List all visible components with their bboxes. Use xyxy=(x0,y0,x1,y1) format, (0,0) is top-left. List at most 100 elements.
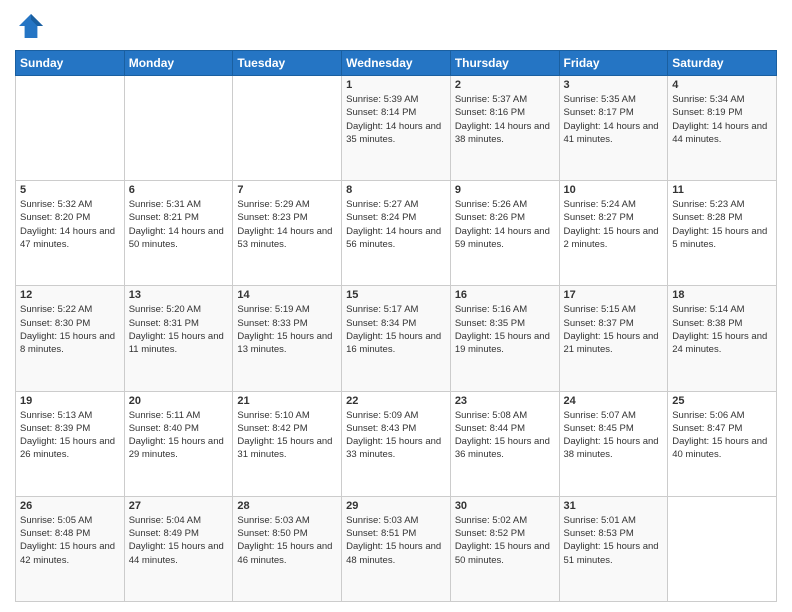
table-row: 15 Sunrise: 5:17 AMSunset: 8:34 PMDayligh… xyxy=(342,286,451,391)
cell-content: Sunrise: 5:14 AMSunset: 8:38 PMDaylight:… xyxy=(672,303,772,356)
table-row: 31 Sunrise: 5:01 AMSunset: 8:53 PMDayligh… xyxy=(559,496,668,601)
table-row xyxy=(668,496,777,601)
cell-content: Sunrise: 5:23 AMSunset: 8:28 PMDaylight:… xyxy=(672,198,772,251)
cell-content: Sunrise: 5:06 AMSunset: 8:47 PMDaylight:… xyxy=(672,409,772,462)
week-row-4: 19 Sunrise: 5:13 AMSunset: 8:39 PMDayligh… xyxy=(16,391,777,496)
day-number: 2 xyxy=(455,79,555,91)
day-number: 17 xyxy=(564,289,664,301)
table-row xyxy=(124,76,233,181)
day-number: 20 xyxy=(129,395,229,407)
table-row: 23Sunrise: 5:08 AMSunset: 8:44 PMDayligh… xyxy=(450,391,559,496)
day-number: 6 xyxy=(129,184,229,196)
day-number: 30 xyxy=(455,500,555,512)
table-row: 20 Sunrise: 5:11 AMSunset: 8:40 PMDayligh… xyxy=(124,391,233,496)
cell-content: Sunrise: 5:11 AMSunset: 8:40 PMDaylight:… xyxy=(129,409,229,462)
day-number: 4 xyxy=(672,79,772,91)
table-row: 3 Sunrise: 5:35 AMSunset: 8:17 PMDaylight… xyxy=(559,76,668,181)
col-tuesday: Tuesday xyxy=(233,51,342,76)
day-number: 3 xyxy=(564,79,664,91)
day-number: 13 xyxy=(129,289,229,301)
table-row: 16Sunrise: 5:16 AMSunset: 8:35 PMDayligh… xyxy=(450,286,559,391)
col-wednesday: Wednesday xyxy=(342,51,451,76)
cell-content: Sunrise: 5:19 AMSunset: 8:33 PMDaylight:… xyxy=(237,303,337,356)
day-number: 1 xyxy=(346,79,446,91)
day-number: 9 xyxy=(455,184,555,196)
week-row-5: 26 Sunrise: 5:05 AMSunset: 8:48 PMDayligh… xyxy=(16,496,777,601)
week-row-2: 5 Sunrise: 5:32 AMSunset: 8:20 PMDaylight… xyxy=(16,181,777,286)
week-row-1: 1 Sunrise: 5:39 AMSunset: 8:14 PMDaylight… xyxy=(16,76,777,181)
day-number: 10 xyxy=(564,184,664,196)
day-number: 25 xyxy=(672,395,772,407)
table-row: 30 Sunrise: 5:02 AMSunset: 8:52 PMDayligh… xyxy=(450,496,559,601)
day-number: 12 xyxy=(20,289,120,301)
day-number: 19 xyxy=(20,395,120,407)
day-number: 29 xyxy=(346,500,446,512)
cell-content: Sunrise: 5:31 AMSunset: 8:21 PMDaylight:… xyxy=(129,198,229,251)
cell-content: Sunrise: 5:35 AMSunset: 8:17 PMDaylight:… xyxy=(564,93,664,146)
day-number: 15 xyxy=(346,289,446,301)
table-row: 12Sunrise: 5:22 AMSunset: 8:30 PMDayligh… xyxy=(16,286,125,391)
cell-content: Sunrise: 5:16 AMSunset: 8:35 PMDaylight:… xyxy=(455,303,555,356)
logo xyxy=(15,10,51,42)
cell-content: Sunrise: 5:09 AMSunset: 8:43 PMDaylight:… xyxy=(346,409,446,462)
day-number: 31 xyxy=(564,500,664,512)
table-row: 29 Sunrise: 5:03 AMSunset: 8:51 PMDayligh… xyxy=(342,496,451,601)
table-row: 17 Sunrise: 5:15 AMSunset: 8:37 PMDayligh… xyxy=(559,286,668,391)
day-number: 18 xyxy=(672,289,772,301)
col-thursday: Thursday xyxy=(450,51,559,76)
cell-content: Sunrise: 5:03 AMSunset: 8:51 PMDaylight:… xyxy=(346,514,446,567)
calendar-table: Sunday Monday Tuesday Wednesday Thursday… xyxy=(15,50,777,602)
day-number: 21 xyxy=(237,395,337,407)
cell-content: Sunrise: 5:24 AMSunset: 8:27 PMDaylight:… xyxy=(564,198,664,251)
logo-icon xyxy=(15,10,47,42)
cell-content: Sunrise: 5:20 AMSunset: 8:31 PMDaylight:… xyxy=(129,303,229,356)
cell-content: Sunrise: 5:02 AMSunset: 8:52 PMDaylight:… xyxy=(455,514,555,567)
day-number: 5 xyxy=(20,184,120,196)
cell-content: Sunrise: 5:17 AMSunset: 8:34 PMDaylight:… xyxy=(346,303,446,356)
cell-content: Sunrise: 5:01 AMSunset: 8:53 PMDaylight:… xyxy=(564,514,664,567)
calendar-page: Sunday Monday Tuesday Wednesday Thursday… xyxy=(0,0,792,612)
col-saturday: Saturday xyxy=(668,51,777,76)
cell-content: Sunrise: 5:29 AMSunset: 8:23 PMDaylight:… xyxy=(237,198,337,251)
table-row: 5 Sunrise: 5:32 AMSunset: 8:20 PMDaylight… xyxy=(16,181,125,286)
cell-content: Sunrise: 5:03 AMSunset: 8:50 PMDaylight:… xyxy=(237,514,337,567)
cell-content: Sunrise: 5:08 AMSunset: 8:44 PMDaylight:… xyxy=(455,409,555,462)
cell-content: Sunrise: 5:37 AMSunset: 8:16 PMDaylight:… xyxy=(455,93,555,146)
cell-content: Sunrise: 5:05 AMSunset: 8:48 PMDaylight:… xyxy=(20,514,120,567)
day-number: 24 xyxy=(564,395,664,407)
cell-content: Sunrise: 5:13 AMSunset: 8:39 PMDaylight:… xyxy=(20,409,120,462)
table-row: 24 Sunrise: 5:07 AMSunset: 8:45 PMDayligh… xyxy=(559,391,668,496)
col-sunday: Sunday xyxy=(16,51,125,76)
cell-content: Sunrise: 5:39 AMSunset: 8:14 PMDaylight:… xyxy=(346,93,446,146)
week-row-3: 12Sunrise: 5:22 AMSunset: 8:30 PMDayligh… xyxy=(16,286,777,391)
header xyxy=(15,10,777,42)
table-row: 11Sunrise: 5:23 AMSunset: 8:28 PMDayligh… xyxy=(668,181,777,286)
day-number: 26 xyxy=(20,500,120,512)
cell-content: Sunrise: 5:10 AMSunset: 8:42 PMDaylight:… xyxy=(237,409,337,462)
table-row xyxy=(16,76,125,181)
col-monday: Monday xyxy=(124,51,233,76)
table-row: 21 Sunrise: 5:10 AMSunset: 8:42 PMDayligh… xyxy=(233,391,342,496)
table-row: 4Sunrise: 5:34 AMSunset: 8:19 PMDaylight… xyxy=(668,76,777,181)
table-row: 6 Sunrise: 5:31 AMSunset: 8:21 PMDaylight… xyxy=(124,181,233,286)
cell-content: Sunrise: 5:27 AMSunset: 8:24 PMDaylight:… xyxy=(346,198,446,251)
table-row: 19 Sunrise: 5:13 AMSunset: 8:39 PMDayligh… xyxy=(16,391,125,496)
table-row: 22Sunrise: 5:09 AMSunset: 8:43 PMDayligh… xyxy=(342,391,451,496)
table-row: 2 Sunrise: 5:37 AMSunset: 8:16 PMDaylight… xyxy=(450,76,559,181)
day-number: 14 xyxy=(237,289,337,301)
cell-content: Sunrise: 5:07 AMSunset: 8:45 PMDaylight:… xyxy=(564,409,664,462)
cell-content: Sunrise: 5:15 AMSunset: 8:37 PMDaylight:… xyxy=(564,303,664,356)
table-row xyxy=(233,76,342,181)
table-row: 27Sunrise: 5:04 AMSunset: 8:49 PMDayligh… xyxy=(124,496,233,601)
day-number: 7 xyxy=(237,184,337,196)
table-row: 9Sunrise: 5:26 AMSunset: 8:26 PMDaylight… xyxy=(450,181,559,286)
table-row: 8 Sunrise: 5:27 AMSunset: 8:24 PMDaylight… xyxy=(342,181,451,286)
day-number: 8 xyxy=(346,184,446,196)
header-row: Sunday Monday Tuesday Wednesday Thursday… xyxy=(16,51,777,76)
table-row: 18 Sunrise: 5:14 AMSunset: 8:38 PMDayligh… xyxy=(668,286,777,391)
table-row: 13 Sunrise: 5:20 AMSunset: 8:31 PMDayligh… xyxy=(124,286,233,391)
table-row: 1 Sunrise: 5:39 AMSunset: 8:14 PMDaylight… xyxy=(342,76,451,181)
table-row: 28Sunrise: 5:03 AMSunset: 8:50 PMDayligh… xyxy=(233,496,342,601)
table-row: 26 Sunrise: 5:05 AMSunset: 8:48 PMDayligh… xyxy=(16,496,125,601)
cell-content: Sunrise: 5:32 AMSunset: 8:20 PMDaylight:… xyxy=(20,198,120,251)
